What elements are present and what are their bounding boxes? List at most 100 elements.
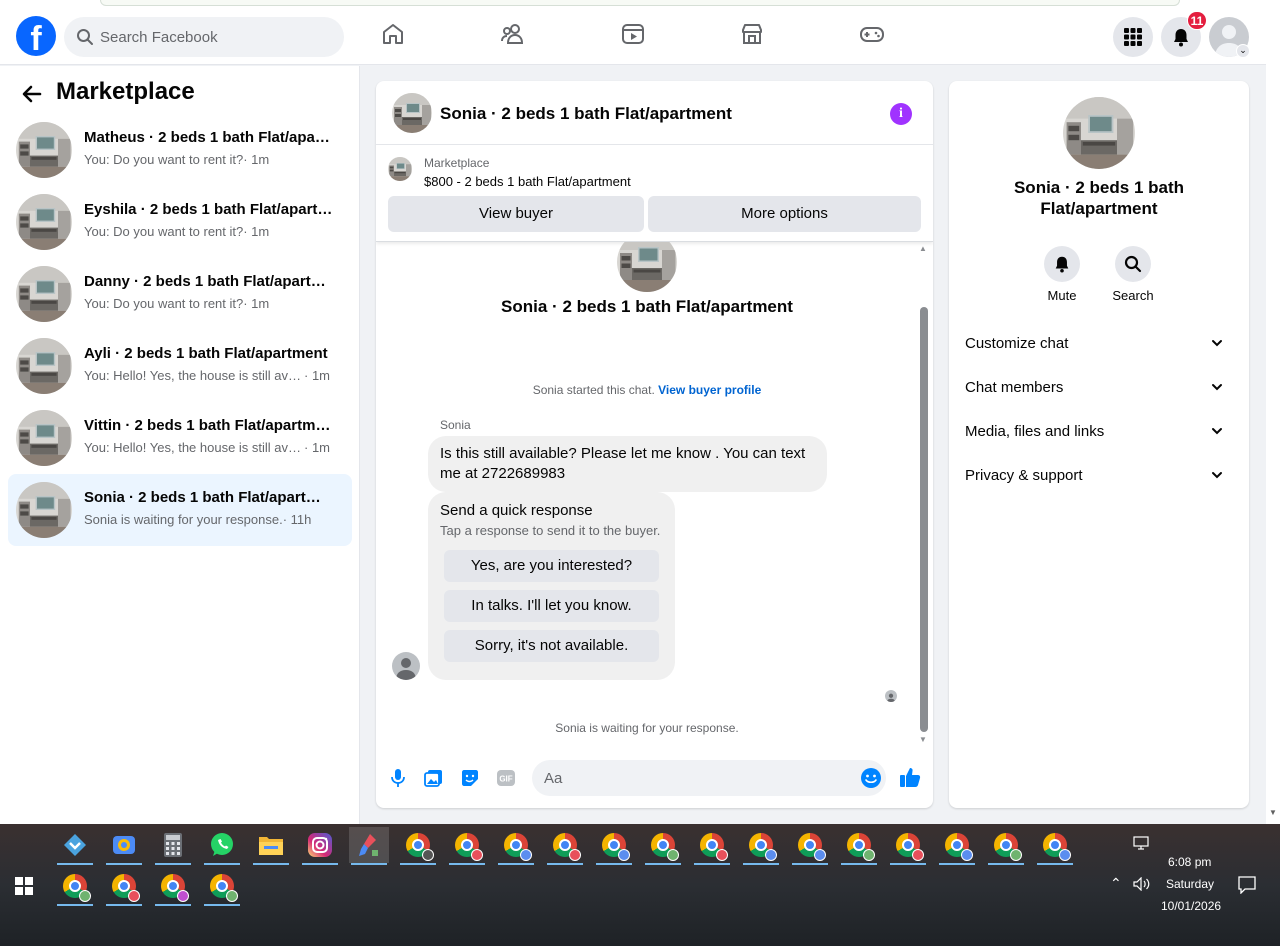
whatsapp-icon[interactable]	[202, 827, 242, 865]
sender-avatar[interactable]	[392, 652, 420, 680]
friends-icon[interactable]	[499, 20, 527, 48]
instagram-icon[interactable]	[300, 827, 340, 865]
chrome-profile-icon[interactable]	[790, 827, 830, 865]
preview-text: You: Hello! Yes, the house is still avai…	[84, 440, 304, 455]
details-thumbnail[interactable]	[1063, 97, 1135, 169]
chrome-profile-icon[interactable]	[986, 827, 1026, 865]
view-buyer-button[interactable]: View buyer	[388, 196, 644, 232]
microphone-icon[interactable]	[387, 767, 409, 789]
like-thumbs-up-icon[interactable]	[899, 766, 921, 788]
chrome-profile-icon[interactable]	[741, 827, 781, 865]
chevron-down-icon	[1212, 340, 1222, 347]
preview-time: · 1m	[243, 296, 270, 311]
listing-thumbnail[interactable]	[392, 93, 432, 133]
message-scrollbar[interactable]: ▲ ▼	[918, 242, 930, 747]
chrome-profile-icon[interactable]	[839, 827, 879, 865]
back-arrow-icon[interactable]	[20, 82, 44, 106]
paint-icon[interactable]	[349, 827, 389, 865]
message-bubble[interactable]: Is this still available? Please let me k…	[428, 436, 827, 492]
page-scrollbar[interactable]: ▼	[1266, 8, 1280, 824]
notification-center-icon[interactable]	[1238, 876, 1256, 894]
search-chat-button[interactable]: Search	[1093, 246, 1173, 303]
file-explorer-icon[interactable]	[251, 827, 291, 865]
chrome-profile-icon[interactable]	[643, 827, 683, 865]
chrome-profile-icon[interactable]	[937, 827, 977, 865]
sticker-icon[interactable]	[459, 767, 481, 789]
marketplace-icon[interactable]	[738, 20, 766, 48]
conversation-item[interactable]: Eyshila · 2 beds 1 bath Flat/apartment Yo…	[8, 186, 352, 258]
clock-date[interactable]: 10/01/2026	[1161, 899, 1221, 913]
clock-time[interactable]: 6:08 pm	[1168, 855, 1211, 869]
message-input-box[interactable]	[532, 760, 886, 796]
chrome-profile-icon[interactable]	[1035, 827, 1075, 865]
chrome-profile-icon[interactable]	[496, 827, 536, 865]
chrome-profile-icon[interactable]	[447, 827, 487, 865]
chrome-profile-icon[interactable]	[545, 827, 585, 865]
search-input[interactable]	[100, 17, 330, 57]
chrome-profile-icon[interactable]	[398, 827, 438, 865]
quick-response-button[interactable]: Yes, are you interested?	[444, 550, 659, 582]
chrome-profile-icon[interactable]	[594, 827, 634, 865]
photo-icon[interactable]	[423, 767, 445, 789]
seen-indicator-avatar	[885, 690, 897, 702]
quick-response-card: Send a quick response Tap a response to …	[428, 492, 675, 680]
quick-response-button[interactable]: In talks. I'll let you know.	[444, 590, 659, 622]
gif-icon[interactable]: GIF	[495, 767, 517, 789]
bell-icon	[1174, 29, 1188, 47]
show-hidden-icons-chevron-up-icon[interactable]: ⌃	[1110, 875, 1122, 892]
video-icon[interactable]	[619, 20, 647, 48]
scroll-thumb[interactable]	[920, 307, 928, 732]
conversation-item[interactable]: Danny · 2 beds 1 bath Flat/apartment You:…	[8, 258, 352, 330]
menu-grid-button[interactable]	[1113, 17, 1153, 57]
emoji-icon[interactable]	[860, 767, 882, 789]
conversation-item[interactable]: Vittin · 2 beds 1 bath Flat/apartment You…	[8, 402, 352, 474]
message-input[interactable]	[544, 760, 844, 796]
home-icon[interactable]	[379, 20, 407, 48]
quick-response-title: Send a quick response	[440, 502, 593, 519]
listing-small-thumbnail[interactable]	[388, 157, 412, 181]
quick-response-button[interactable]: Sorry, it's not available.	[444, 630, 659, 662]
calculator-icon[interactable]	[153, 827, 193, 865]
conversation-thumbnail	[617, 242, 677, 292]
section-label: Customize chat	[965, 335, 1069, 352]
chrome-profile-icon[interactable]	[888, 827, 928, 865]
scroll-down-arrow-icon[interactable]: ▼	[919, 735, 927, 744]
scroll-up-arrow-icon[interactable]: ▲	[919, 244, 927, 253]
listing-category: Marketplace	[424, 156, 490, 170]
conversation-preview: You: Do you want to rent it? · 1m	[84, 224, 349, 239]
chrome-app-icon[interactable]	[104, 827, 144, 865]
media-files-links-section[interactable]: Media, files and links	[957, 409, 1241, 453]
network-icon[interactable]	[1133, 836, 1151, 852]
mute-button[interactable]: Mute	[1022, 246, 1102, 303]
conversation-item[interactable]: Sonia · 2 beds 1 bath Flat/apartment Soni…	[8, 474, 352, 546]
view-buyer-profile-link[interactable]: View buyer profile	[658, 383, 761, 397]
chrome-profile-icon[interactable]	[692, 827, 732, 865]
chrome-profile-icon[interactable]	[55, 868, 95, 906]
clock-day[interactable]: Saturday	[1166, 877, 1214, 891]
search-box[interactable]	[64, 17, 344, 57]
conversation-preview: You: Hello! Yes, the house is still avai…	[84, 440, 349, 455]
chat-panel: Sonia · 2 beds 1 bath Flat/apartment i M…	[376, 81, 933, 808]
chrome-profile-icon[interactable]	[202, 868, 242, 906]
facebook-logo[interactable]: f	[16, 16, 56, 56]
chrome-profile-icon[interactable]	[153, 868, 193, 906]
grid-icon	[1124, 28, 1142, 46]
account-chevron-icon[interactable]: ⌄	[1236, 44, 1250, 58]
chat-members-section[interactable]: Chat members	[957, 365, 1241, 409]
snipping-tool-icon[interactable]	[55, 827, 95, 865]
chat-started-notice: Sonia started this chat. View buyer prof…	[376, 383, 918, 397]
conversation-item[interactable]: Ayli · 2 beds 1 bath Flat/apartment You: …	[8, 330, 352, 402]
gaming-icon[interactable]	[858, 20, 886, 48]
message-thread[interactable]: Sonia · 2 beds 1 bath Flat/apartment Son…	[376, 242, 933, 747]
chrome-profile-icon[interactable]	[104, 868, 144, 906]
more-options-button[interactable]: More options	[648, 196, 921, 232]
info-icon[interactable]: i	[890, 103, 912, 125]
windows-start-icon[interactable]	[15, 877, 33, 895]
search-icon	[77, 29, 93, 45]
conversation-item[interactable]: Matheus · 2 beds 1 bath Flat/apartment Yo…	[8, 114, 352, 186]
privacy-support-section[interactable]: Privacy & support	[957, 453, 1241, 497]
listing-price[interactable]: $800 - 2 beds 1 bath Flat/apartment	[424, 174, 631, 189]
customize-chat-section[interactable]: Customize chat	[957, 321, 1241, 365]
chat-title[interactable]: Sonia · 2 beds 1 bath Flat/apartment	[440, 104, 732, 124]
volume-icon[interactable]	[1133, 877, 1151, 891]
